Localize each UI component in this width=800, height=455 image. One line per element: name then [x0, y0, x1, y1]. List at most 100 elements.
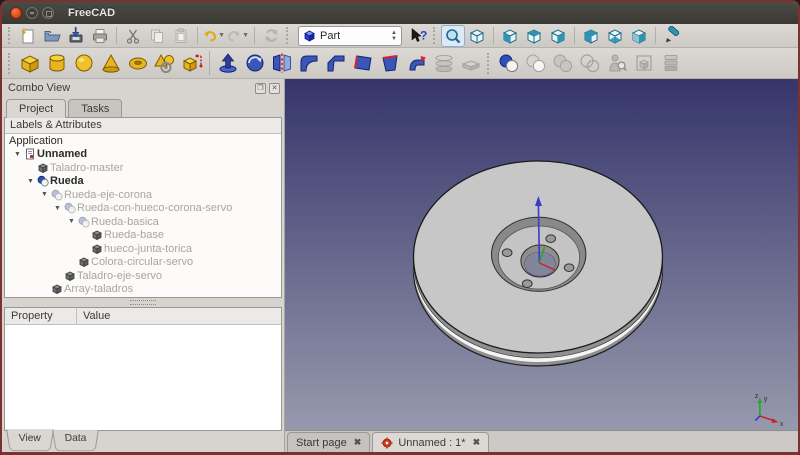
close-tab-icon[interactable]: ✖	[473, 437, 481, 448]
paste-button[interactable]	[169, 25, 193, 47]
3d-viewport[interactable]: z y x	[285, 79, 798, 430]
tree-item-application[interactable]: Application	[5, 134, 281, 148]
revolve-button[interactable]	[241, 50, 268, 77]
top-view-button[interactable]	[522, 25, 546, 47]
tree-item-array-taladros[interactable]: Array-taladros	[5, 283, 281, 297]
panel-splitter[interactable]	[2, 298, 284, 307]
measure-distance-button[interactable]	[660, 25, 684, 47]
3d-scene[interactable]: z y x	[285, 79, 798, 430]
cone-button[interactable]	[97, 50, 124, 77]
tree-item-rueda-eje-corona[interactable]: ▼ Rueda-eje-corona	[5, 188, 281, 202]
ruled-surface-button[interactable]	[349, 50, 376, 77]
boolean-button[interactable]	[495, 50, 522, 77]
right-view-button[interactable]	[546, 25, 570, 47]
whats-this-button[interactable]: ?	[406, 25, 430, 47]
workbench-selector[interactable]: Part ▲▼	[298, 26, 402, 46]
undo-dropdown-caret[interactable]: ▼	[218, 32, 225, 39]
cube-icon	[91, 243, 104, 255]
torus-button[interactable]	[124, 50, 151, 77]
toolbar-grip[interactable]	[8, 53, 13, 74]
property-table-body[interactable]	[5, 325, 281, 430]
tab-start-page[interactable]: Start page ✖	[287, 432, 370, 452]
tree-item-rueda[interactable]: ▼ Rueda	[5, 175, 281, 189]
workbench-selector-value: Part	[320, 30, 391, 42]
refresh-button[interactable]	[259, 25, 283, 47]
copy-button[interactable]	[145, 25, 169, 47]
property-editor: Property Value	[4, 307, 282, 431]
dock-float-button[interactable]: ❐	[255, 83, 266, 94]
check-geometry-button[interactable]	[603, 50, 630, 77]
expander-icon[interactable]: ▼	[51, 205, 64, 212]
undo-button[interactable]: ▼	[202, 25, 226, 47]
fit-all-button[interactable]	[441, 25, 465, 47]
axonometric-view-button[interactable]	[465, 25, 489, 47]
cross-sections-button[interactable]	[430, 50, 457, 77]
bottom-view-button[interactable]	[603, 25, 627, 47]
front-view-button[interactable]	[498, 25, 522, 47]
tab-project[interactable]: Project	[6, 99, 66, 118]
property-column-header[interactable]: Property	[5, 308, 77, 324]
tree-item-rueda-basica[interactable]: ▼ Rueda-basica	[5, 215, 281, 229]
box-button[interactable]	[16, 50, 43, 77]
fillet-button[interactable]	[295, 50, 322, 77]
front-view-icon	[500, 26, 520, 46]
print-button[interactable]	[88, 25, 112, 47]
create-primitives-button[interactable]	[151, 50, 178, 77]
tree-item-taladro-eje-servo[interactable]: Taladro-eje-servo	[5, 269, 281, 283]
redo-dropdown-caret[interactable]: ▼	[242, 32, 249, 39]
pulley-disc-model[interactable]	[414, 161, 663, 366]
expander-icon[interactable]: ▼	[38, 191, 51, 198]
revolve-icon	[244, 52, 266, 74]
expander-icon[interactable]: ▼	[11, 151, 24, 158]
window-maximize-button[interactable]	[42, 7, 54, 19]
boolean-cut-icon	[37, 175, 50, 187]
tree-item-colora-circular-servo[interactable]: Colora-circular-servo	[5, 256, 281, 270]
extrude-button[interactable]	[214, 50, 241, 77]
redo-button[interactable]: ▼	[226, 25, 250, 47]
open-document-button[interactable]	[40, 25, 64, 47]
left-view-button[interactable]	[627, 25, 651, 47]
chamfer-button[interactable]	[322, 50, 349, 77]
union-button[interactable]	[549, 50, 576, 77]
dock-close-button[interactable]: ✕	[269, 83, 280, 94]
cut-boolean-button[interactable]	[522, 50, 549, 77]
thickness-button[interactable]	[657, 50, 684, 77]
mirror-button[interactable]	[268, 50, 295, 77]
tree-item-unnamed[interactable]: ▼ Unnamed	[5, 148, 281, 162]
section-button[interactable]	[457, 50, 484, 77]
toolbar-grip[interactable]	[487, 53, 492, 74]
tree-item-rueda-con-hueco-corona-servo[interactable]: ▼ Rueda-con-hueco-corona-servo	[5, 202, 281, 216]
toolbar-grip[interactable]	[8, 27, 13, 43]
shape-builder-button[interactable]	[178, 50, 205, 77]
tab-unnamed-document[interactable]: Unnamed : 1* ✖	[372, 432, 489, 452]
paste-clipboard-icon	[172, 27, 190, 45]
copy-icon	[148, 27, 166, 45]
defeaturing-button[interactable]	[630, 50, 657, 77]
refresh-icon	[263, 27, 280, 44]
rear-view-button[interactable]	[579, 25, 603, 47]
close-tab-icon[interactable]: ✖	[354, 437, 362, 448]
expander-icon[interactable]: ▼	[65, 218, 78, 225]
window-close-button[interactable]	[10, 7, 22, 19]
cylinder-button[interactable]	[43, 50, 70, 77]
loft-button[interactable]	[376, 50, 403, 77]
tree-item-taladro-master[interactable]: Taladro-master	[5, 161, 281, 175]
tree-item-rueda-base[interactable]: Rueda-base	[5, 229, 281, 243]
tab-data[interactable]: Data	[52, 430, 99, 451]
new-document-button[interactable]	[16, 25, 40, 47]
rear-view-icon	[581, 26, 601, 46]
workbench-selector-spinner[interactable]: ▲▼	[391, 30, 397, 42]
window-minimize-button[interactable]	[26, 7, 38, 19]
toolbar-grip[interactable]	[286, 27, 291, 43]
cut-button[interactable]	[121, 25, 145, 47]
toolbar-grip[interactable]	[433, 27, 438, 43]
tab-view[interactable]: View	[6, 429, 53, 451]
sweep-button[interactable]	[403, 50, 430, 77]
sphere-button[interactable]	[70, 50, 97, 77]
expander-icon[interactable]: ▼	[24, 178, 37, 185]
common-button[interactable]	[576, 50, 603, 77]
value-column-header[interactable]: Value	[77, 308, 281, 324]
save-document-button[interactable]	[64, 25, 88, 47]
tree-item-hueco-junta-torica[interactable]: hueco-junta-torica	[5, 242, 281, 256]
tab-tasks[interactable]: Tasks	[68, 99, 122, 117]
